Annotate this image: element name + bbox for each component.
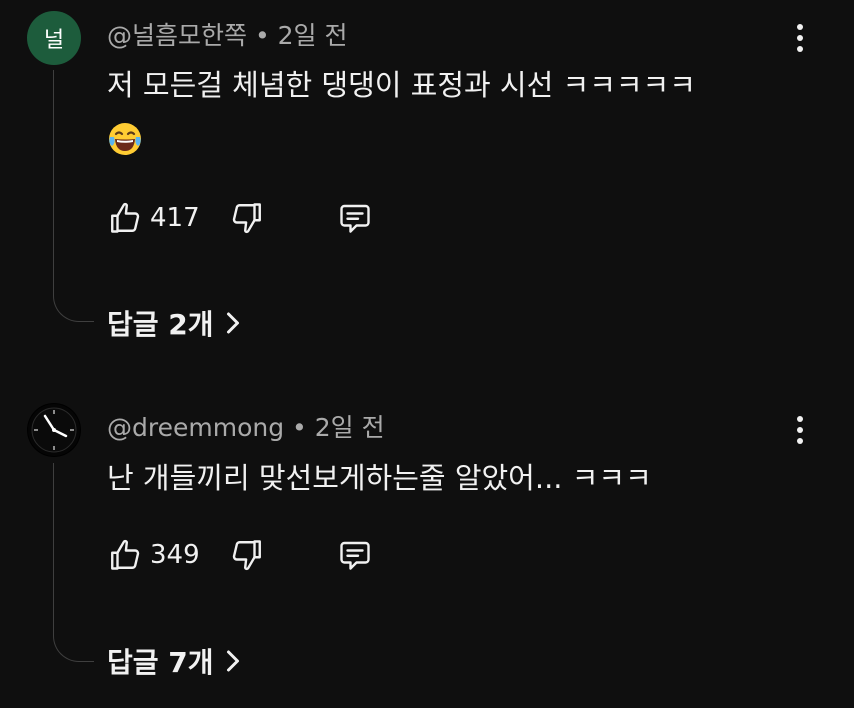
more-options-button[interactable]: [786, 410, 814, 450]
like-button[interactable]: [104, 197, 146, 239]
comment-actions: 417: [104, 196, 376, 240]
like-count: 349: [150, 540, 200, 570]
author-name[interactable]: @dreemmong: [107, 413, 284, 442]
view-replies-button[interactable]: 답글 2개: [107, 303, 242, 343]
comment-time: 2일 전: [277, 21, 348, 50]
view-replies-button[interactable]: 답글 7개: [107, 641, 242, 681]
avatar[interactable]: 널: [27, 11, 81, 65]
comment-meta: @dreemmong • 2일 전: [107, 408, 385, 444]
more-vert-icon: [797, 24, 803, 30]
comment-meta: @널흠모한쪽 • 2일 전: [107, 16, 348, 52]
comment-text: 난 개들끼리 맞선보게하는줄 알았어... ㅋㅋㅋ: [107, 461, 652, 495]
avatar-initial: 널: [43, 28, 65, 53]
replies-label: 답글 2개: [107, 308, 214, 341]
thumbs-down-icon: [232, 203, 261, 234]
chevron-right-icon: [226, 312, 239, 334]
laughing-tears-emoji-icon: [109, 123, 141, 155]
reply-button[interactable]: [334, 197, 376, 239]
comment-icon: [340, 204, 370, 233]
comment-text: 저 모든걸 체념한 댕댕이 표정과 시선 ㅋㅋㅋㅋㅋ: [107, 68, 696, 102]
reply-thread-line: [53, 70, 94, 322]
reply-thread-line: [53, 463, 94, 662]
meta-separator: •: [284, 413, 315, 442]
chevron-right-icon: [226, 650, 239, 672]
author-name[interactable]: @널흠모한쪽: [107, 21, 247, 50]
more-vert-icon: [797, 416, 803, 422]
comment-actions: 349: [104, 533, 376, 577]
dislike-button[interactable]: [226, 197, 268, 239]
thumbs-down-icon: [232, 540, 261, 571]
replies-label: 답글 7개: [107, 646, 214, 679]
meta-separator: •: [247, 21, 278, 50]
comment-time: 2일 전: [314, 413, 385, 442]
clock-avatar-icon: [28, 404, 80, 456]
reply-button[interactable]: [334, 534, 376, 576]
like-count: 417: [150, 203, 200, 233]
thumbs-up-icon: [111, 202, 140, 233]
more-options-button[interactable]: [786, 18, 814, 58]
comment-icon: [340, 541, 370, 570]
thumbs-up-icon: [111, 539, 140, 570]
comment-2: @dreemmong • 2일 전 난 개들끼리 맞선보게하는줄 알았어... …: [0, 380, 854, 708]
like-button[interactable]: [104, 534, 146, 576]
comment-1: 널 @널흠모한쪽 • 2일 전 저 모든걸 체념한 댕댕이 표정과 시선 ㅋㅋㅋ…: [0, 0, 854, 350]
dislike-button[interactable]: [226, 534, 268, 576]
avatar[interactable]: [27, 403, 81, 457]
